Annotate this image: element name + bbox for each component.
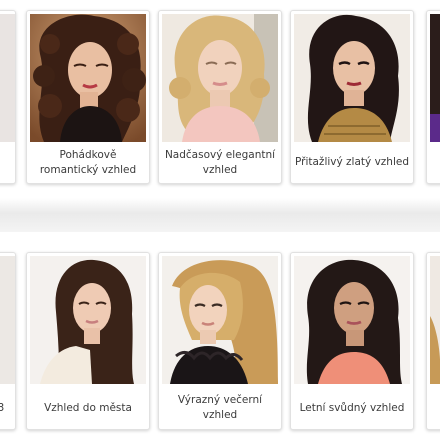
look-gallery-row-1: Pohádkově romantický vzhled Nadčasový el… bbox=[0, 0, 440, 198]
look-caption bbox=[431, 144, 440, 181]
look-card-partial-right[interactable] bbox=[426, 10, 440, 184]
look-photo bbox=[0, 256, 15, 384]
look-card-summer-seductive[interactable]: Letní svůdný vzhled bbox=[290, 252, 414, 430]
look-photo-romantic bbox=[30, 14, 146, 142]
look-card-partial-left[interactable]: 3 bbox=[0, 252, 16, 430]
look-caption: Pohádkově romantický vzhled bbox=[39, 148, 137, 176]
look-caption: Přitažlivý zlatý vzhled bbox=[295, 156, 409, 168]
look-caption: 3 bbox=[0, 389, 11, 427]
look-caption: Výrazný večerní vzhled bbox=[177, 394, 263, 421]
look-card-partial-left[interactable] bbox=[0, 10, 16, 184]
look-card-attractive-gold[interactable]: Přitažlivý zlatý vzhled bbox=[290, 10, 414, 184]
look-photo-gold bbox=[294, 14, 410, 142]
look-photo bbox=[0, 14, 15, 142]
row-divider bbox=[0, 198, 440, 232]
look-photo-elegant bbox=[162, 14, 278, 142]
look-photo-city bbox=[30, 256, 146, 384]
look-card-striking-evening[interactable]: Výrazný večerní vzhled bbox=[158, 252, 282, 430]
look-card-partial-right[interactable] bbox=[426, 252, 440, 430]
look-photo-evening bbox=[162, 256, 278, 384]
look-caption: Nadčasový elegantní vzhled bbox=[164, 148, 276, 176]
look-photo bbox=[430, 14, 440, 142]
look-card-city-look[interactable]: Vzhled do města bbox=[26, 252, 150, 430]
look-caption: Vzhled do města bbox=[44, 401, 132, 414]
look-gallery-row-2: 3 Vzhled do města bbox=[0, 232, 440, 440]
look-caption: Letní svůdný vzhled bbox=[299, 401, 405, 414]
look-photo-summer bbox=[294, 256, 410, 384]
look-caption bbox=[0, 144, 11, 181]
look-card-timeless-elegant[interactable]: Nadčasový elegantní vzhled bbox=[158, 10, 282, 184]
look-caption bbox=[431, 389, 440, 427]
look-card-fairytale-romantic[interactable]: Pohádkově romantický vzhled bbox=[26, 10, 150, 184]
look-photo bbox=[430, 256, 440, 384]
